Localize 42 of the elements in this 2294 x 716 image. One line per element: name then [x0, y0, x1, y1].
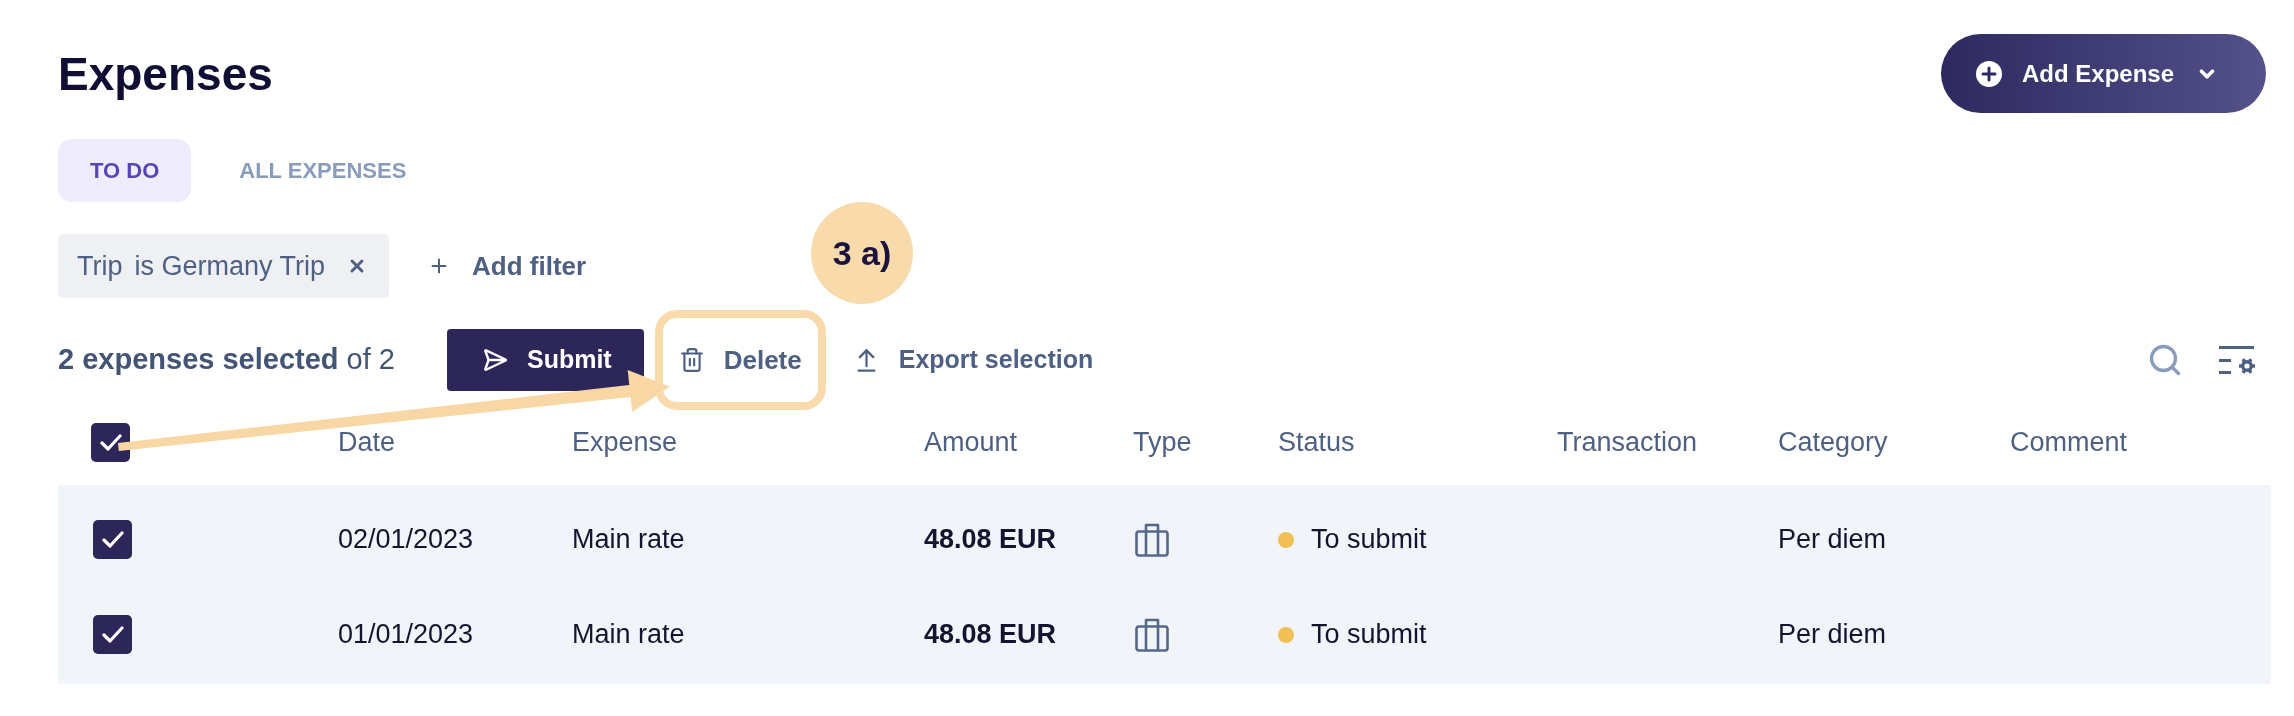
filter-condition: is Germany Trip — [134, 249, 326, 283]
suitcase-icon — [1135, 617, 1169, 652]
column-header: Type — [1133, 426, 1192, 457]
column-header: Status — [1278, 426, 1355, 457]
submit-button[interactable]: Submit — [446, 329, 644, 391]
column-header: Transaction — [1557, 426, 1698, 457]
step-callout: 3 a) — [811, 202, 913, 304]
checkmark-icon — [101, 531, 124, 548]
send-icon — [481, 347, 508, 373]
suitcase-icon — [1135, 522, 1169, 557]
table-cell: 01/01/2023 — [338, 619, 474, 650]
checkbox[interactable] — [93, 520, 132, 559]
checkbox[interactable] — [91, 422, 130, 462]
column-header: Amount — [924, 426, 1018, 457]
table-cell: 48.08 EUR — [924, 619, 1057, 650]
table-cell: Main rate — [572, 524, 685, 555]
selection-summary: 2 expenses selected of 2 — [58, 342, 395, 378]
checkmark-icon — [101, 626, 124, 643]
plus-circle-icon — [1976, 60, 2002, 87]
column-header: Expense — [572, 426, 678, 457]
tab[interactable]: TO DO — [58, 139, 192, 202]
checkbox[interactable] — [93, 615, 132, 654]
list-settings-icon[interactable] — [2219, 345, 2256, 375]
add-filter-button[interactable]: Add filter — [428, 246, 587, 286]
status-label: To submit — [1311, 618, 1427, 652]
delete-button[interactable]: Delete — [662, 320, 818, 400]
add-expense-button[interactable]: Add Expense — [1941, 34, 2266, 113]
trash-icon — [678, 347, 705, 373]
search-icon[interactable] — [2147, 342, 2183, 378]
table-cell: 02/01/2023 — [338, 524, 474, 555]
table-cell: Main rate — [572, 619, 685, 650]
table-cell: 48.08 EUR — [924, 524, 1057, 555]
export-button[interactable]: Export selection — [836, 321, 1110, 399]
column-header: Comment — [2010, 426, 2128, 457]
table-cell: Per diem — [1778, 619, 1887, 650]
filter-chip[interactable]: Trip is Germany Trip — [58, 234, 390, 298]
checkmark-icon — [99, 433, 122, 451]
filter-field: Trip — [77, 245, 123, 287]
status-label: To submit — [1311, 523, 1427, 557]
table-cell: Per diem — [1778, 524, 1887, 555]
column-header: Date — [338, 426, 396, 457]
column-header: Category — [1778, 426, 1888, 457]
